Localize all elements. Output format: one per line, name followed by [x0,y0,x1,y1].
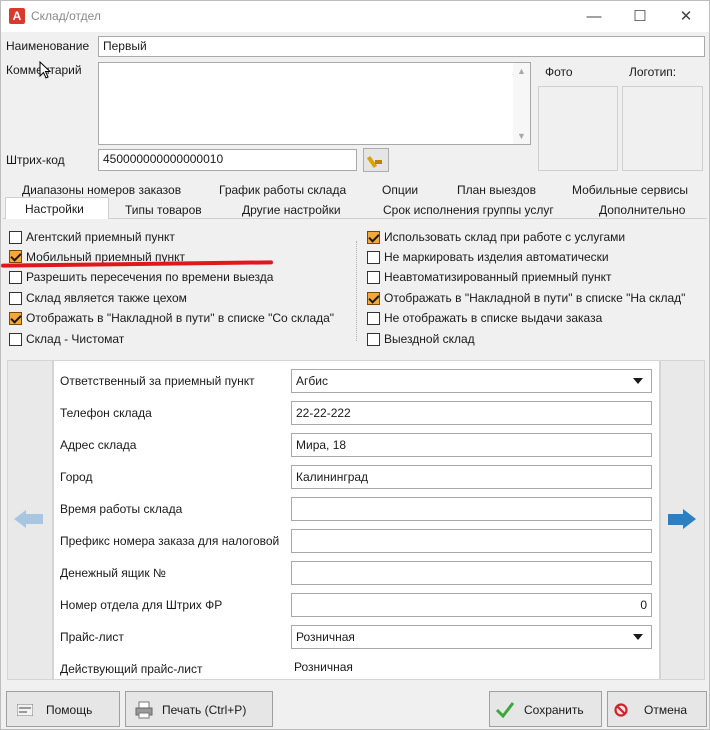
phone-label: Телефон склада [60,406,152,420]
tab-product-types[interactable]: Типы товаров [125,203,202,217]
allow-overlap-label: Разрешить пересечения по времени выезда [26,270,274,284]
active-price-list-value: Розничная [294,660,353,674]
cash-drawer-label: Денежный ящик № [60,566,166,580]
agent-point-label: Агентский приемный пункт [26,230,175,244]
help-button-label: Помощь [46,703,93,717]
tab-service-group-deadline[interactable]: Срок исполнения группы услуг [383,203,554,217]
show-from-warehouse-checkbox[interactable] [9,312,22,325]
logo-label: Логотип: [629,65,677,79]
chevron-down-icon[interactable] [633,634,643,640]
scroll-down-icon[interactable]: ▼ [513,131,530,141]
photo-label: Фото [545,65,573,79]
cancel-icon [614,703,628,717]
non-automated-point-checkbox[interactable] [367,271,380,284]
barcode-generate-button[interactable] [363,148,389,172]
barcode-input[interactable]: 450000000000000010 [98,149,357,171]
show-from-warehouse-label: Отображать в "Накладной в пути" в списке… [26,311,335,325]
active-price-list-label: Действующий прайс-лист [60,662,203,676]
also-workshop-label: Склад является также цехом [26,291,187,305]
checkmark-icon [495,702,515,719]
logo-box[interactable] [622,86,703,171]
window-title: Склад/отдел [31,9,101,23]
chistomat-checkbox[interactable] [9,333,22,346]
no-auto-marking-label: Не маркировать изделия автоматически [384,250,609,264]
use-with-services-label: Использовать склад при работе с услугами [384,230,626,244]
magic-wand-icon [366,155,382,169]
print-button-label: Печать (Ctrl+P) [162,703,247,717]
tab-options[interactable]: Опции [382,183,418,197]
cash-drawer-input[interactable] [291,561,652,585]
title-bar: A Склад/отдел — ☐ ✕ [1,1,709,32]
next-arrow-icon-tail [668,514,684,525]
close-button[interactable]: ✕ [663,1,709,32]
phone-input[interactable]: 22-22-222 [291,401,652,425]
price-list-select[interactable]: Розничная [291,625,652,649]
barcode-label: Штрих-код [6,153,65,167]
tab-mobile-services[interactable]: Мобильные сервисы [572,183,688,197]
chevron-down-icon[interactable] [633,378,643,384]
order-prefix-label: Префикс номера заказа для налоговой [60,534,280,548]
allow-overlap-checkbox[interactable] [9,271,22,284]
mouse-cursor-icon [39,61,51,79]
show-to-warehouse-label: Отображать в "Накладной в пути" в списке… [384,291,686,305]
tab-additional[interactable]: Дополнительно [599,203,685,217]
arrow-right-icon[interactable] [683,509,696,529]
order-prefix-input[interactable] [291,529,652,553]
scroll-up-icon[interactable]: ▲ [513,66,530,76]
tab-work-schedule[interactable]: График работы склада [219,183,346,197]
field-warehouse-checkbox[interactable] [367,333,380,346]
photo-box[interactable] [538,86,618,171]
hide-in-issue-list-checkbox[interactable] [367,312,380,325]
tab-other-settings[interactable]: Другие настройки [242,203,341,217]
save-button[interactable]: Сохранить [489,691,602,727]
tab-order-ranges[interactable]: Диапазоны номеров заказов [22,183,181,197]
arrow-left-icon[interactable] [14,510,26,528]
dept-number-label: Номер отдела для Штрих ФР [60,598,223,612]
warehouse-dialog: A Склад/отдел — ☐ ✕ Наименование Первый … [0,0,710,730]
no-auto-marking-checkbox[interactable] [367,251,380,264]
use-with-services-checkbox[interactable] [367,231,380,244]
address-label: Адрес склада [60,438,137,452]
comment-textarea[interactable]: ▲ ▼ [98,62,531,145]
non-automated-point-label: Неавтоматизированный приемный пункт [384,270,612,284]
comment-scrollbar[interactable]: ▲ ▼ [513,63,530,144]
options-separator [356,241,357,341]
tab-settings[interactable]: Настройки [25,202,84,216]
print-button[interactable]: Печать (Ctrl+P) [125,691,273,727]
minimize-button[interactable]: — [571,1,617,32]
city-input[interactable]: Калининград [291,465,652,489]
save-button-label: Сохранить [524,703,584,717]
mobile-point-checkbox[interactable] [9,250,22,263]
field-warehouse-label: Выездной склад [384,332,475,346]
work-hours-input[interactable] [291,497,652,521]
cancel-button-label: Отмена [644,703,688,717]
help-button[interactable]: Помощь [6,691,120,727]
responsible-label: Ответственный за приемный пункт [60,374,255,388]
address-input[interactable]: Мира, 18 [291,433,652,457]
work-hours-label: Время работы склада [60,502,183,516]
app-logo-icon: A [9,8,25,24]
cancel-button[interactable]: Отмена [607,691,707,727]
printer-icon [135,701,153,719]
name-label: Наименование [6,39,90,53]
city-label: Город [60,470,93,484]
tab-trip-plan[interactable]: План выездов [457,183,536,197]
hide-in-issue-list-label: Не отображать в списке выдачи заказа [384,311,603,325]
dept-number-input[interactable]: 0 [291,593,652,617]
chistomat-label: Склад - Чистомат [26,332,125,346]
help-icon [17,704,33,716]
show-to-warehouse-checkbox[interactable] [367,292,380,305]
maximize-button[interactable]: ☐ [617,1,663,32]
responsible-select[interactable]: Агбис [291,369,652,393]
name-input[interactable]: Первый [98,36,705,57]
price-list-label: Прайс-лист [60,630,124,644]
prev-arrow-icon-tail [25,514,43,524]
also-workshop-checkbox[interactable] [9,292,22,305]
agent-point-checkbox[interactable] [9,231,22,244]
